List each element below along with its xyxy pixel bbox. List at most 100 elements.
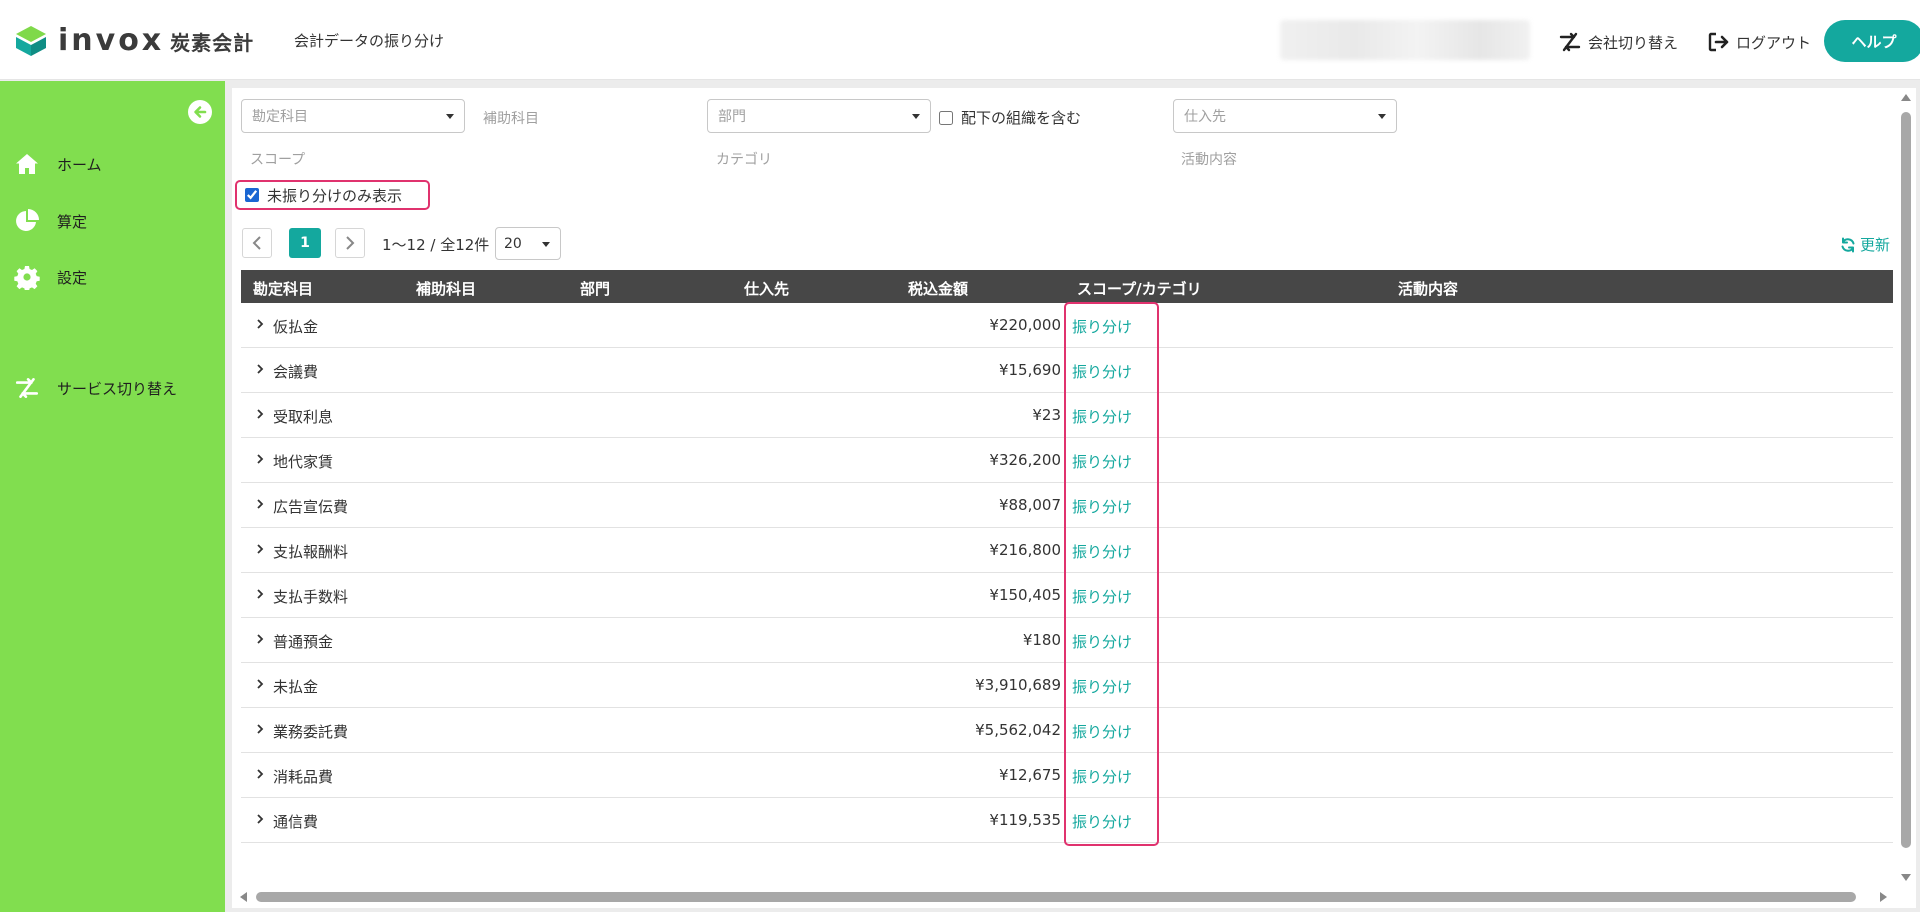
table-row[interactable]: 普通預金 ¥180 振り分け xyxy=(241,618,1893,663)
page-size-select[interactable]: 20 xyxy=(495,227,561,260)
assign-link[interactable]: 振り分け xyxy=(1072,811,1132,832)
chevron-right-icon[interactable] xyxy=(253,317,267,331)
account-name-redacted xyxy=(1280,20,1530,60)
current-page-button[interactable]: 1 xyxy=(289,228,321,258)
table-row[interactable]: 支払手数料 ¥150,405 振り分け xyxy=(241,573,1893,618)
assign-link[interactable]: 振り分け xyxy=(1072,766,1132,787)
amount-value: ¥5,562,042 xyxy=(975,721,1061,739)
page-size-value: 20 xyxy=(504,235,522,252)
table-row[interactable]: 仮払金 ¥220,000 振り分け xyxy=(241,303,1893,348)
col-header-department: 部門 xyxy=(580,280,611,298)
unassigned-only-checkbox[interactable]: 未振り分けのみ表示 xyxy=(235,180,430,210)
table-row[interactable]: 会議費 ¥15,690 振り分け xyxy=(241,348,1893,393)
scroll-up-icon[interactable] xyxy=(1901,94,1911,101)
assign-link[interactable]: 振り分け xyxy=(1072,631,1132,652)
sidebar-item-calculation[interactable]: 算定 xyxy=(14,206,87,236)
account-name: 支払報酬料 xyxy=(273,543,349,561)
chevron-right-icon[interactable] xyxy=(253,722,267,736)
chevron-right-icon[interactable] xyxy=(253,452,267,466)
amount-value: ¥23 xyxy=(1032,406,1061,424)
switch-company-link[interactable]: 会社切り替え xyxy=(1558,30,1678,54)
switch-icon xyxy=(1559,32,1581,52)
help-button[interactable]: ヘルプ xyxy=(1824,20,1920,62)
logout-link[interactable]: ログアウト xyxy=(1706,30,1811,54)
vertical-scroll-thumb[interactable] xyxy=(1901,112,1911,848)
page-title: 会計データの振り分け xyxy=(294,32,445,50)
sidebar-item-settings[interactable]: 設定 xyxy=(14,262,87,292)
logo-wordmark: invox xyxy=(58,23,165,58)
account-name: 支払手数料 xyxy=(273,588,349,606)
account-name: 広告宣伝費 xyxy=(273,498,349,516)
assign-link[interactable]: 振り分け xyxy=(1072,361,1132,382)
account-select[interactable]: 勘定科目 xyxy=(241,99,465,133)
home-icon xyxy=(16,154,38,174)
horizontal-scroll-thumb[interactable] xyxy=(256,892,1856,902)
account-name: 仮払金 xyxy=(273,318,319,336)
assign-link[interactable]: 振り分け xyxy=(1072,496,1132,517)
department-select[interactable]: 部門 xyxy=(707,99,931,133)
assign-link[interactable]: 振り分け xyxy=(1072,541,1132,562)
chevron-right-icon[interactable] xyxy=(253,542,267,556)
sidebar-item-label: 算定 xyxy=(57,212,88,231)
chevron-right-icon[interactable] xyxy=(253,812,267,826)
table-row[interactable]: 地代家賃 ¥326,200 振り分け xyxy=(241,438,1893,483)
vertical-scrollbar[interactable] xyxy=(1896,88,1914,908)
entries-table: 勘定科目 補助科目 部門 仕入先 税込金額 スコープ/カテゴリ 活動内容 仮払金… xyxy=(241,270,1893,843)
assign-link[interactable]: 振り分け xyxy=(1072,721,1132,742)
scroll-down-icon[interactable] xyxy=(1901,874,1911,881)
assign-link[interactable]: 振り分け xyxy=(1072,451,1132,472)
chevron-right-icon[interactable] xyxy=(253,677,267,691)
table-row[interactable]: 受取利息 ¥23 振り分け xyxy=(241,393,1893,438)
activity-label: 活動内容 xyxy=(1181,152,1237,168)
sidebar-item-home[interactable]: ホーム xyxy=(14,149,102,179)
sidebar-item-label: サービス切り替え xyxy=(57,379,178,398)
unassigned-only-input[interactable] xyxy=(245,188,259,202)
table-row[interactable]: 消耗品費 ¥12,675 振り分け xyxy=(241,753,1893,798)
chevron-right-icon[interactable] xyxy=(253,767,267,781)
chevron-left-icon xyxy=(252,236,261,250)
table-row[interactable]: 通信費 ¥119,535 振り分け xyxy=(241,798,1893,843)
assign-link[interactable]: 振り分け xyxy=(1072,586,1132,607)
logo-subtitle: 炭素会計 xyxy=(170,31,255,55)
horizontal-scrollbar[interactable] xyxy=(232,888,1896,906)
main-panel: 勘定科目 補助科目 部門 配下の組織を含む 仕入先 スコープ カテゴリ 活動内容… xyxy=(232,88,1916,908)
sidebar-item-service-switch[interactable]: サービス切り替え xyxy=(14,373,177,403)
refresh-label: 更新 xyxy=(1860,236,1891,254)
table-row[interactable]: 支払報酬料 ¥216,800 振り分け xyxy=(241,528,1893,573)
account-select-placeholder: 勘定科目 xyxy=(252,109,308,125)
assign-link[interactable]: 振り分け xyxy=(1072,406,1132,427)
col-header-amount: 税込金額 xyxy=(908,280,969,298)
switch-company-label: 会社切り替え xyxy=(1588,33,1679,52)
refresh-button[interactable]: 更新 xyxy=(1840,234,1890,255)
collapse-sidebar-button[interactable] xyxy=(188,100,212,124)
logo[interactable]: invox 炭素会計 xyxy=(14,22,254,60)
chevron-right-icon[interactable] xyxy=(253,407,267,421)
include-sub-orgs-checkbox[interactable]: 配下の組織を含む xyxy=(939,107,1081,128)
chevron-down-icon xyxy=(1378,114,1386,119)
sub-account-label: 補助科目 xyxy=(483,111,539,127)
assign-link[interactable]: 振り分け xyxy=(1072,676,1132,697)
table-row[interactable]: 業務委託費 ¥5,562,042 振り分け xyxy=(241,708,1893,753)
amount-value: ¥3,910,689 xyxy=(975,676,1061,694)
refresh-icon xyxy=(1841,237,1855,252)
switch-icon xyxy=(15,378,39,398)
amount-value: ¥326,200 xyxy=(989,451,1061,469)
table-row[interactable]: 未払金 ¥3,910,689 振り分け xyxy=(241,663,1893,708)
scroll-left-icon[interactable] xyxy=(240,892,247,902)
col-header-supplier: 仕入先 xyxy=(744,280,790,298)
assign-link[interactable]: 振り分け xyxy=(1072,316,1132,337)
chevron-right-icon[interactable] xyxy=(253,587,267,601)
amount-value: ¥88,007 xyxy=(998,496,1061,514)
pie-chart-icon xyxy=(16,209,39,231)
prev-page-button[interactable] xyxy=(242,228,272,258)
chevron-right-icon[interactable] xyxy=(253,632,267,646)
include-sub-orgs-input[interactable] xyxy=(939,110,953,125)
next-page-button[interactable] xyxy=(335,228,365,258)
table-row[interactable]: 広告宣伝費 ¥88,007 振り分け xyxy=(241,483,1893,528)
amount-value: ¥119,535 xyxy=(989,811,1061,829)
account-name: 地代家賃 xyxy=(273,453,334,471)
supplier-select[interactable]: 仕入先 xyxy=(1173,99,1397,133)
chevron-right-icon[interactable] xyxy=(253,497,267,511)
scroll-right-icon[interactable] xyxy=(1880,892,1887,902)
chevron-right-icon[interactable] xyxy=(253,362,267,376)
